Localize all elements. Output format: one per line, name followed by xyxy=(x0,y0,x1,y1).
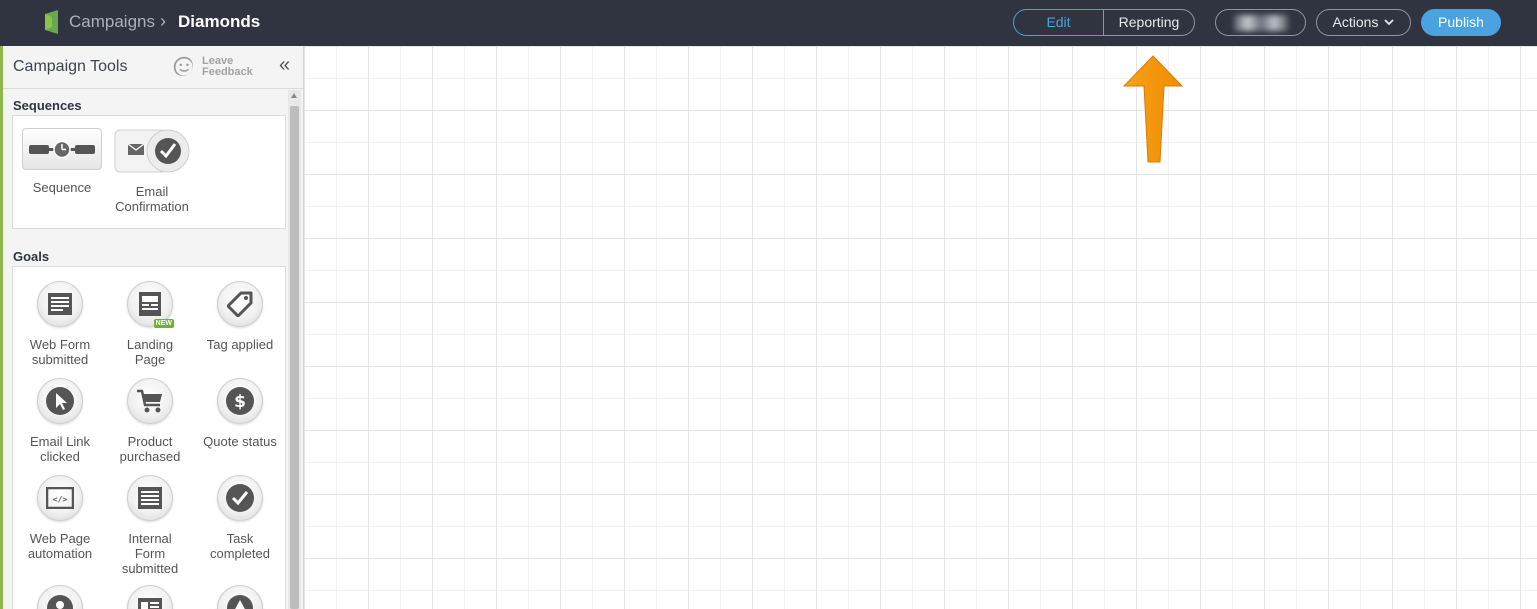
goal-label-line: submitted xyxy=(121,561,179,576)
chevron-down-icon xyxy=(1384,19,1395,26)
goal-label-line: purchased xyxy=(119,449,181,464)
breadcrumb-campaigns[interactable]: Campaigns xyxy=(69,12,155,32)
goal-label-line: clicked xyxy=(40,449,80,464)
goals-section: Web Form submitted NEW Landing Page Tag … xyxy=(12,266,286,609)
code-icon: </> xyxy=(37,475,83,521)
feedback-line-2: Feedback xyxy=(202,66,253,78)
goal-label-line: Internal xyxy=(128,531,172,546)
sidebar-header: Campaign Tools Leave Feedback « xyxy=(3,46,303,89)
svg-text:$: $ xyxy=(234,392,246,412)
scroll-thumb[interactable] xyxy=(290,106,299,609)
goal-id-card[interactable] xyxy=(105,585,195,609)
smiley-icon[interactable] xyxy=(173,56,193,76)
tab-edit[interactable]: Edit xyxy=(1013,9,1104,36)
campaign-canvas[interactable] xyxy=(304,46,1537,609)
sequence-label: Sequence xyxy=(32,180,92,195)
new-badge: NEW xyxy=(153,319,174,328)
id-card-icon xyxy=(127,585,173,609)
breadcrumb-separator: › xyxy=(160,11,166,31)
goal-contact[interactable] xyxy=(15,585,105,609)
goal-label-line: completed xyxy=(210,546,270,561)
cart-icon xyxy=(127,378,173,424)
goal-label-line: Web Page xyxy=(29,531,91,546)
goal-quote-status[interactable]: $ Quote status xyxy=(195,378,285,449)
check-icon xyxy=(217,475,263,521)
goal-label-line: Task xyxy=(226,531,254,546)
actions-button[interactable]: Actions xyxy=(1316,9,1411,36)
campaign-tools-sidebar: Campaign Tools Leave Feedback « Sequence… xyxy=(3,46,304,609)
sequences-heading: Sequences xyxy=(13,98,82,113)
triangle-icon xyxy=(217,585,263,609)
sequence-tool[interactable]: Sequence xyxy=(17,128,107,195)
goal-label-line: Form xyxy=(134,546,166,561)
goal-label-line: Email Link xyxy=(30,434,90,449)
publish-button[interactable]: Publish xyxy=(1421,9,1501,36)
goal-label-line: Quote status xyxy=(203,434,277,449)
sequences-section: Sequence Email Confirmation xyxy=(12,115,286,229)
goal-label-line: automation xyxy=(27,546,93,561)
goal-label-line: submitted xyxy=(31,352,89,367)
dollar-icon: $ xyxy=(217,378,263,424)
email-confirmation-icon xyxy=(114,128,190,173)
goal-label-line: Landing xyxy=(126,337,174,352)
sidebar-title: Campaign Tools xyxy=(13,58,128,75)
email-conf-line-1: Email xyxy=(135,184,169,199)
svg-text:</>: </> xyxy=(53,495,68,504)
leave-feedback-link[interactable]: Leave Feedback xyxy=(202,56,262,78)
goal-label-line: Page xyxy=(134,352,166,367)
landing-page-icon: NEW xyxy=(127,281,174,328)
campaign-title[interactable]: Diamonds xyxy=(178,12,260,32)
goal-label-line: Tag applied xyxy=(206,337,274,352)
blurred-status-pill[interactable] xyxy=(1215,9,1306,36)
email-confirmation-tool[interactable]: Email Confirmation xyxy=(107,128,197,214)
tag-icon xyxy=(217,281,263,327)
email-confirmation-label: Email Confirmation xyxy=(107,184,197,214)
goal-other[interactable] xyxy=(195,585,285,609)
goal-web-form[interactable]: Web Form submitted xyxy=(15,281,105,367)
goal-tag-applied[interactable]: Tag applied xyxy=(195,281,285,352)
tab-reporting[interactable]: Reporting xyxy=(1103,9,1195,36)
app-logo-icon[interactable] xyxy=(42,10,60,34)
goal-email-link-clicked[interactable]: Email Link clicked xyxy=(15,378,105,464)
goal-internal-form-submitted[interactable]: Internal Form submitted xyxy=(105,475,195,576)
scroll-up-arrow-icon[interactable] xyxy=(291,93,297,98)
sequence-icon xyxy=(22,128,102,170)
top-bar: Campaigns › Diamonds Edit Reporting Acti… xyxy=(0,0,1537,46)
orange-arrow-annotation-icon xyxy=(1122,55,1184,163)
web-form-icon xyxy=(37,281,83,327)
blurred-value xyxy=(1234,15,1288,31)
cursor-icon xyxy=(37,378,83,424)
goal-product-purchased[interactable]: Product purchased xyxy=(105,378,195,464)
goal-label-line: Product xyxy=(127,434,173,449)
goal-landing-page[interactable]: NEW Landing Page xyxy=(105,281,195,367)
actions-label: Actions xyxy=(1332,14,1379,30)
sidebar-scrollbar[interactable] xyxy=(288,90,301,609)
goals-heading: Goals xyxy=(13,249,50,264)
collapse-sidebar-icon[interactable]: « xyxy=(279,54,290,77)
goal-label-line: Web Form xyxy=(29,337,91,352)
internal-form-icon xyxy=(127,475,173,521)
person-icon xyxy=(37,585,83,609)
goal-task-completed[interactable]: Task completed xyxy=(195,475,285,561)
goal-web-page-automation[interactable]: </> Web Page automation xyxy=(15,475,105,561)
email-conf-line-2: Confirmation xyxy=(115,199,189,214)
